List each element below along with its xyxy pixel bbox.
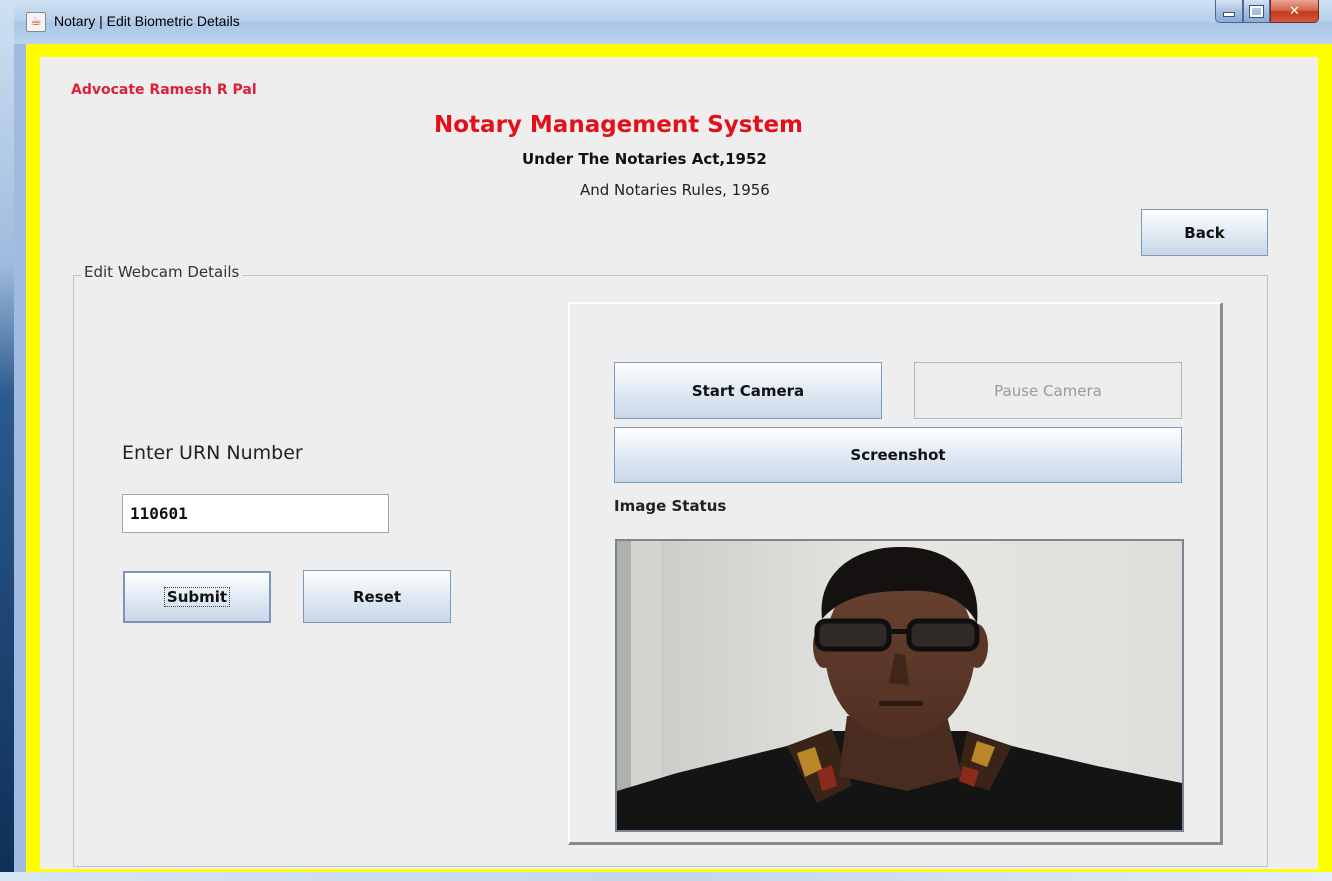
page-title: Notary Management System bbox=[434, 112, 804, 138]
screenshot-button[interactable]: Screenshot bbox=[614, 427, 1182, 483]
image-status-label: Image Status bbox=[614, 497, 727, 515]
webcam-preview-image bbox=[615, 539, 1184, 832]
pause-camera-button[interactable]: Pause Camera bbox=[914, 362, 1182, 419]
subtitle-act: Under The Notaries Act,1952 bbox=[522, 150, 767, 168]
maximize-button[interactable] bbox=[1243, 0, 1270, 23]
advocate-name: Advocate Ramesh R Pal bbox=[71, 82, 257, 98]
app-window: ☕ Notary | Edit Biometric Details ✕ Advo… bbox=[14, 0, 1332, 872]
urn-input[interactable] bbox=[122, 494, 389, 533]
urn-label: Enter URN Number bbox=[122, 442, 303, 464]
content-panel: Advocate Ramesh R Pal Notary Management … bbox=[40, 57, 1318, 869]
back-button[interactable]: Back bbox=[1141, 209, 1268, 256]
minimize-icon bbox=[1223, 11, 1235, 17]
submit-button[interactable]: Submit bbox=[123, 571, 271, 623]
reset-button[interactable]: Reset bbox=[303, 570, 451, 623]
minimize-button[interactable] bbox=[1215, 0, 1243, 23]
java-app-icon[interactable]: ☕ bbox=[26, 12, 46, 32]
maximize-icon bbox=[1249, 4, 1264, 18]
submit-button-label: Submit bbox=[163, 587, 231, 607]
window-title: Notary | Edit Biometric Details bbox=[54, 13, 240, 29]
window-controls: ✕ bbox=[1215, 0, 1319, 24]
yellow-frame: Advocate Ramesh R Pal Notary Management … bbox=[26, 44, 1332, 872]
webcam-details-legend: Edit Webcam Details bbox=[81, 263, 243, 281]
subtitle-rules: And Notaries Rules, 1956 bbox=[580, 181, 770, 199]
start-camera-button[interactable]: Start Camera bbox=[614, 362, 882, 419]
desktop-background-bottom bbox=[0, 872, 1332, 881]
desktop-background-left bbox=[0, 0, 14, 881]
close-button[interactable]: ✕ bbox=[1270, 0, 1319, 23]
title-bar[interactable]: ☕ Notary | Edit Biometric Details ✕ bbox=[14, 0, 1332, 44]
close-icon: ✕ bbox=[1289, 3, 1300, 19]
webcam-photo bbox=[617, 541, 1182, 830]
